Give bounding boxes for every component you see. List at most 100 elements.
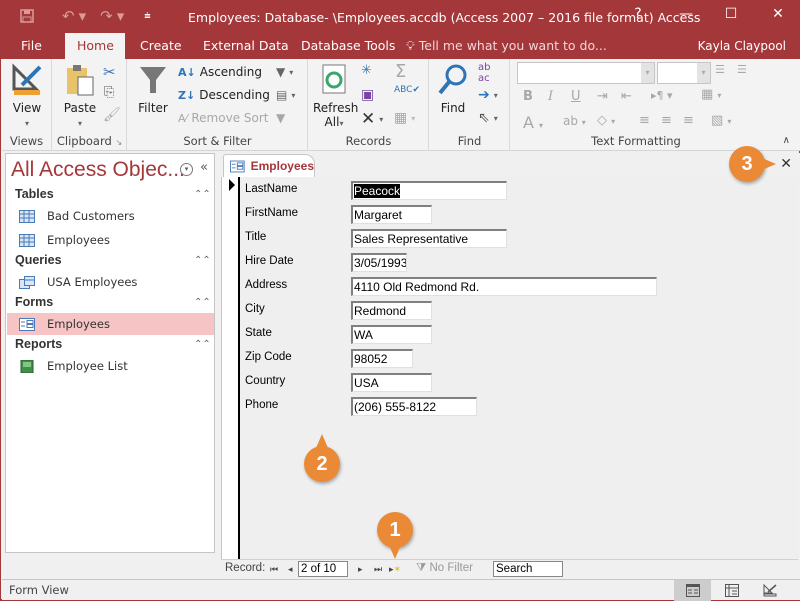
design-view-button[interactable]	[751, 580, 788, 601]
replace-icon[interactable]: ab ac	[478, 62, 490, 84]
zip-code-field[interactable]: 98052	[351, 349, 413, 368]
city-field[interactable]: Redmond	[351, 301, 432, 320]
copy-icon[interactable]: ⎘	[104, 85, 114, 100]
form-view-button[interactable]	[674, 580, 711, 601]
state-field[interactable]: WA	[351, 325, 432, 344]
user-name[interactable]: Kayla Claypool	[698, 33, 786, 59]
remove-sort-button[interactable]: A⁄ Remove Sort	[178, 111, 268, 125]
next-record-button[interactable]: ▸	[358, 564, 363, 575]
nav-item-employees-table[interactable]: Employees	[7, 229, 214, 251]
go-to-icon[interactable]: ➔ ▾	[478, 87, 498, 103]
italic-icon[interactable]: I	[548, 89, 553, 104]
underline-icon[interactable]: U	[571, 89, 581, 104]
refresh-all-button[interactable]: Refresh All▾	[313, 63, 358, 129]
descending-button[interactable]: Z↓ Descending	[178, 88, 270, 102]
undo-dropdown-icon[interactable]: ▾	[79, 7, 87, 25]
collapse-ribbon-icon[interactable]: ∧	[783, 135, 790, 146]
spelling-icon[interactable]: ABC✔	[394, 85, 420, 95]
nav-item-employees-form[interactable]: Employees	[7, 313, 214, 335]
document-tab-employees[interactable]: Employees	[223, 154, 315, 177]
maximize-button[interactable]: ☐	[716, 6, 746, 22]
increase-indent-icon[interactable]: ⇥	[597, 89, 608, 104]
firstname-field[interactable]: Margaret	[351, 205, 432, 224]
nav-pane-menu-icon[interactable]: ▾	[180, 163, 193, 176]
gridlines-icon[interactable]: ▦ ▾	[701, 87, 721, 102]
align-left-icon[interactable]: ≡	[639, 113, 650, 128]
nav-pane-title[interactable]: All Access Objec...	[11, 158, 185, 182]
shutter-bar-collapse-icon[interactable]: «	[200, 160, 208, 175]
collapse-section-icon[interactable]: ⌃⌃	[194, 255, 211, 266]
select-icon[interactable]: ⇖ ▾	[478, 110, 498, 126]
new-record-button[interactable]: ▸✶	[389, 564, 401, 575]
collapse-section-icon[interactable]: ⌃⌃	[194, 297, 211, 308]
dialog-launcher-icon[interactable]: ↘	[115, 138, 122, 147]
tab-database-tools[interactable]: Database Tools	[289, 33, 407, 59]
datasheet-view-button[interactable]	[713, 580, 750, 601]
view-button[interactable]: View ▾	[8, 63, 46, 129]
country-field[interactable]: USA	[351, 373, 432, 392]
collapse-section-icon[interactable]: ⌃⌃	[194, 189, 211, 200]
close-document-button[interactable]: ✕	[780, 156, 792, 172]
filter-button[interactable]: Filter	[136, 63, 170, 115]
tab-home[interactable]: Home	[65, 33, 125, 59]
save-icon[interactable]	[19, 8, 35, 24]
format-painter-icon[interactable]: 🖌︎	[103, 107, 121, 123]
last-record-button[interactable]: ⏭︎	[374, 564, 382, 575]
tell-me-search[interactable]: 💡︎ Tell me what you want to do...	[406, 33, 607, 59]
bold-icon[interactable]: B	[523, 89, 533, 104]
lastname-field[interactable]: Peacock	[351, 181, 507, 200]
ascending-button[interactable]: A↓ Ascending	[178, 65, 262, 79]
align-right-icon[interactable]: ≡	[683, 113, 694, 128]
tab-create[interactable]: Create	[128, 33, 194, 59]
more-records-icon[interactable]: ▦ ▾	[394, 110, 415, 126]
nav-section-queries[interactable]: Queries	[15, 253, 62, 267]
nav-item-employee-list[interactable]: Employee List	[7, 355, 214, 377]
advanced-filter-button[interactable]: ▤ ▾	[276, 88, 295, 102]
nav-section-tables[interactable]: Tables	[15, 187, 54, 201]
highlight-icon[interactable]: ab ▾	[563, 114, 586, 128]
current-record-input[interactable]: 2 of 10	[298, 561, 348, 577]
numbering-icon[interactable]: ☰	[737, 63, 747, 76]
address-field[interactable]: 4110 Old Redmond Rd.	[351, 277, 657, 296]
save-record-icon[interactable]: ▣	[361, 87, 374, 103]
first-record-button[interactable]: ⏮︎	[270, 564, 278, 575]
help-button[interactable]: ?	[623, 6, 653, 22]
nav-item-usa-employees[interactable]: USA Employees	[7, 271, 214, 293]
selection-filter-button[interactable]: ▼ ▾	[276, 65, 293, 79]
filter-status-button[interactable]: ⧩ No Filter	[416, 562, 473, 575]
redo-dropdown-icon[interactable]: ▾	[117, 7, 125, 25]
undo-icon[interactable]: ↶	[62, 7, 75, 25]
bullets-icon[interactable]: ☰	[715, 63, 725, 76]
font-size-select[interactable]: ▾	[657, 62, 711, 84]
toggle-filter-button[interactable]: ▼	[276, 111, 285, 125]
paste-button[interactable]: Paste ▾	[61, 63, 99, 129]
nav-section-forms[interactable]: Forms	[15, 295, 53, 309]
decrease-indent-icon[interactable]: ⇤	[621, 89, 632, 104]
title-field[interactable]: Sales Representative	[351, 229, 507, 248]
redo-icon[interactable]: ↷	[100, 7, 113, 25]
previous-record-button[interactable]: ◂	[288, 564, 293, 575]
hire-date-field[interactable]: 3/05/1993	[351, 253, 407, 272]
font-name-select[interactable]: ▾	[517, 62, 655, 84]
paragraph-direction-icon[interactable]: ▸¶ ▾	[651, 89, 673, 102]
font-color-icon[interactable]: A ▾	[523, 113, 543, 132]
record-search-input[interactable]: Search	[493, 561, 563, 577]
customize-qat-icon[interactable]: ⩧	[144, 9, 150, 23]
tab-file[interactable]: File	[9, 33, 54, 59]
minimize-button[interactable]: —	[671, 6, 701, 22]
tab-external-data[interactable]: External Data	[191, 33, 301, 59]
find-button[interactable]: Find	[434, 63, 472, 115]
close-window-button[interactable]: ✕	[763, 6, 793, 22]
totals-icon[interactable]: Σ	[395, 61, 406, 82]
new-record-icon[interactable]: ✳	[361, 63, 372, 78]
nav-section-reports[interactable]: Reports	[15, 337, 62, 351]
cut-icon[interactable]: ✂	[103, 63, 116, 81]
align-center-icon[interactable]: ≡	[661, 113, 672, 128]
fill-color-icon[interactable]: ◇ ▾	[597, 113, 615, 128]
phone-field[interactable]: (206) 555-8122	[351, 397, 477, 416]
record-selector[interactable]	[222, 177, 240, 559]
delete-record-button[interactable]: ✕ ▾	[361, 109, 383, 129]
nav-item-bad-customers[interactable]: Bad Customers	[7, 205, 214, 227]
alternate-row-color-icon[interactable]: ▧ ▾	[711, 113, 731, 128]
collapse-section-icon[interactable]: ⌃⌃	[194, 339, 211, 350]
